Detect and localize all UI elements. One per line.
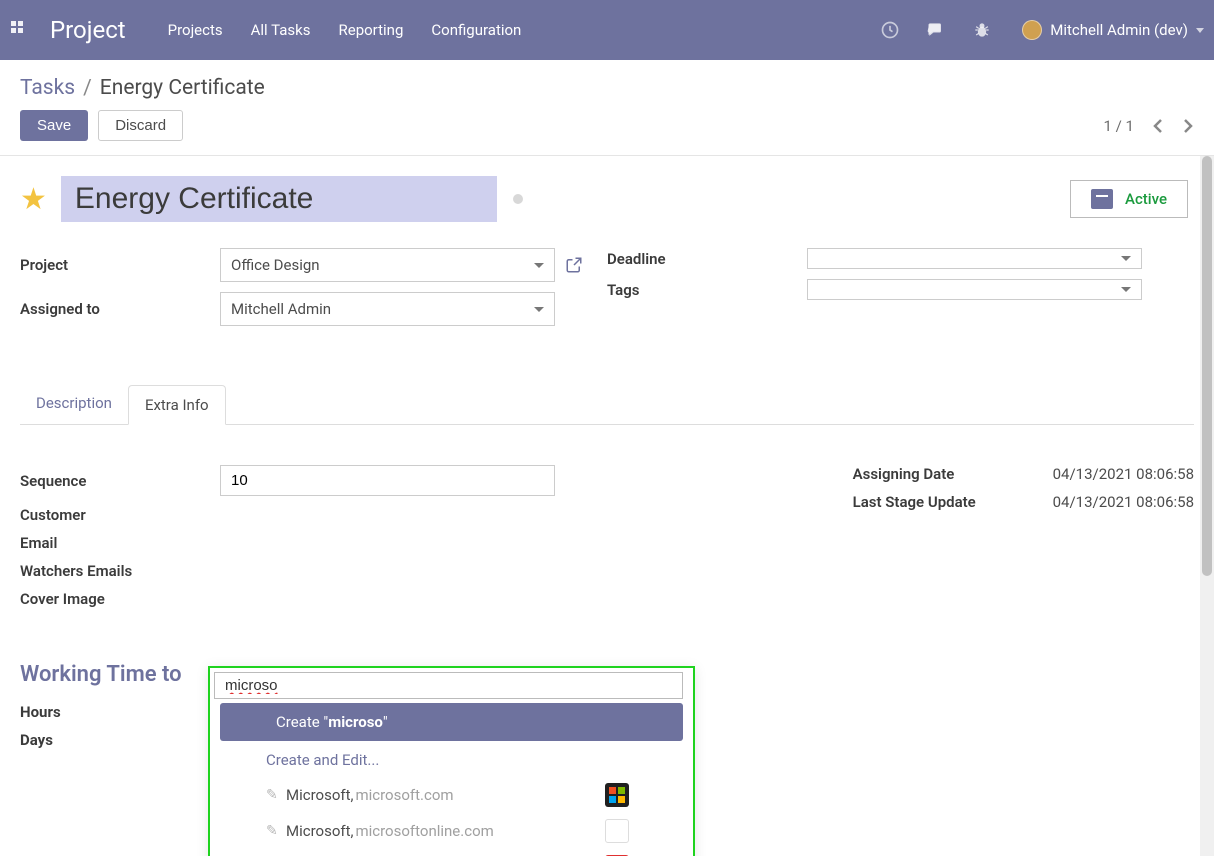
avatar-icon	[1022, 20, 1042, 40]
scrollbar-thumb[interactable]	[1202, 156, 1212, 576]
dropdown-items: ✎ Microsoft, microsoft.com ✎ Microsoft, mic…	[210, 777, 693, 856]
pencil-icon: ✎	[266, 787, 278, 803]
watchers-label: Watchers Emails	[20, 562, 220, 580]
pager: 1 / 1	[1104, 117, 1195, 135]
create-query: microso	[328, 713, 383, 731]
top-bar: Project Projects All Tasks Reporting Con…	[0, 0, 1214, 60]
nav-reporting[interactable]: Reporting	[339, 21, 404, 39]
star-icon[interactable]: ★	[20, 182, 47, 217]
tabs: Description Extra Info	[20, 384, 1194, 425]
user-name: Mitchell Admin (dev)	[1050, 21, 1188, 39]
create-quick-option[interactable]: Create "microso"	[220, 703, 683, 741]
chevron-down-icon	[1121, 287, 1131, 292]
archive-icon	[1091, 189, 1113, 209]
create-and-edit-option[interactable]: Create and Edit...	[210, 743, 693, 777]
form-sheet: ★ Active Project Office Design Assigned …	[0, 156, 1214, 856]
pencil-icon: ✎	[266, 823, 278, 839]
tags-label: Tags	[607, 281, 807, 299]
tab-extra-info[interactable]: Extra Info	[128, 385, 226, 425]
sequence-input[interactable]	[220, 465, 555, 496]
apps-icon[interactable]	[10, 20, 30, 40]
dropdown-option[interactable]: ✎ Microsoft, microsoft.com	[210, 777, 693, 813]
create-prefix: Create "	[276, 713, 328, 731]
action-bar: Save Discard 1 / 1	[0, 102, 1214, 156]
breadcrumb-current: Energy Certificate	[100, 76, 265, 100]
main-nav: Projects All Tasks Reporting Configurati…	[168, 21, 522, 39]
chevron-down-icon	[1121, 256, 1131, 261]
company-logo-icon: ★	[605, 855, 629, 856]
company-logo-icon	[605, 819, 629, 843]
pager-prev-icon[interactable]	[1152, 118, 1164, 134]
active-label: Active	[1125, 190, 1167, 208]
customer-input-wrapper	[214, 672, 683, 699]
extra-info-panel: Sequence Customer Email Watchers Emails …	[20, 465, 1194, 618]
customer-autocomplete-dropdown: Create "microso" Create and Edit... ✎Mic…	[208, 666, 695, 856]
bug-icon[interactable]	[972, 20, 992, 40]
customer-label: Customer	[20, 506, 220, 524]
option-domain: microsoft.com	[355, 786, 453, 804]
title-row: ★ Active	[20, 176, 1194, 222]
project-label: Project	[20, 256, 220, 274]
pager-next-icon[interactable]	[1182, 118, 1194, 134]
last-stage-label: Last Stage Update	[853, 493, 1053, 511]
dropdown-option[interactable]: ✎Microsoft, wunderlist.com★	[210, 849, 693, 856]
top-icons	[880, 20, 992, 40]
breadcrumb-separator: /	[83, 76, 92, 100]
create-suffix: "	[383, 713, 388, 731]
save-button[interactable]: Save	[20, 110, 88, 141]
chevron-down-icon	[534, 307, 544, 312]
nav-configuration[interactable]: Configuration	[431, 21, 521, 39]
cover-label: Cover Image	[20, 590, 220, 608]
company-logo-icon	[605, 783, 629, 807]
clock-icon[interactable]	[880, 20, 900, 40]
task-title-input[interactable]	[61, 176, 497, 222]
assigned-select[interactable]: Mitchell Admin	[220, 292, 555, 326]
app-name: Project	[50, 16, 126, 44]
deadline-label: Deadline	[607, 250, 807, 268]
email-label: Email	[20, 534, 220, 552]
assigning-date-value: 04/13/2021 08:06:58	[1053, 465, 1194, 483]
discard-button[interactable]: Discard	[98, 110, 183, 141]
assigning-date-label: Assigning Date	[853, 465, 1053, 483]
breadcrumb-parent[interactable]: Tasks	[20, 76, 75, 100]
option-domain: microsoftonline.com	[355, 822, 493, 840]
option-name: Microsoft,	[286, 822, 353, 840]
tab-description[interactable]: Description	[20, 384, 128, 424]
vertical-scrollbar[interactable]	[1200, 156, 1214, 856]
last-stage-value: 04/13/2021 08:06:58	[1053, 493, 1194, 511]
breadcrumb: Tasks / Energy Certificate	[0, 60, 1214, 102]
customer-input[interactable]	[223, 676, 674, 695]
pager-count: 1 / 1	[1104, 117, 1135, 135]
messages-icon[interactable]	[926, 20, 946, 40]
nav-all-tasks[interactable]: All Tasks	[251, 21, 311, 39]
project-select[interactable]: Office Design	[220, 248, 555, 282]
external-link-icon[interactable]	[565, 256, 583, 274]
user-menu[interactable]: Mitchell Admin (dev)	[1022, 20, 1204, 40]
chevron-down-icon	[1196, 28, 1204, 33]
dropdown-option[interactable]: ✎ Microsoft, microsoftonline.com	[210, 813, 693, 849]
nav-projects[interactable]: Projects	[168, 21, 223, 39]
tags-select[interactable]	[807, 279, 1142, 300]
assigned-label: Assigned to	[20, 300, 220, 318]
active-toggle[interactable]: Active	[1070, 180, 1188, 218]
option-name: Microsoft,	[286, 786, 353, 804]
deadline-select[interactable]	[807, 248, 1142, 269]
top-fields: Project Office Design Assigned to Mitche…	[20, 248, 1194, 336]
sequence-label: Sequence	[20, 472, 220, 490]
chevron-down-icon	[534, 263, 544, 268]
kanban-state-icon[interactable]	[513, 194, 523, 204]
